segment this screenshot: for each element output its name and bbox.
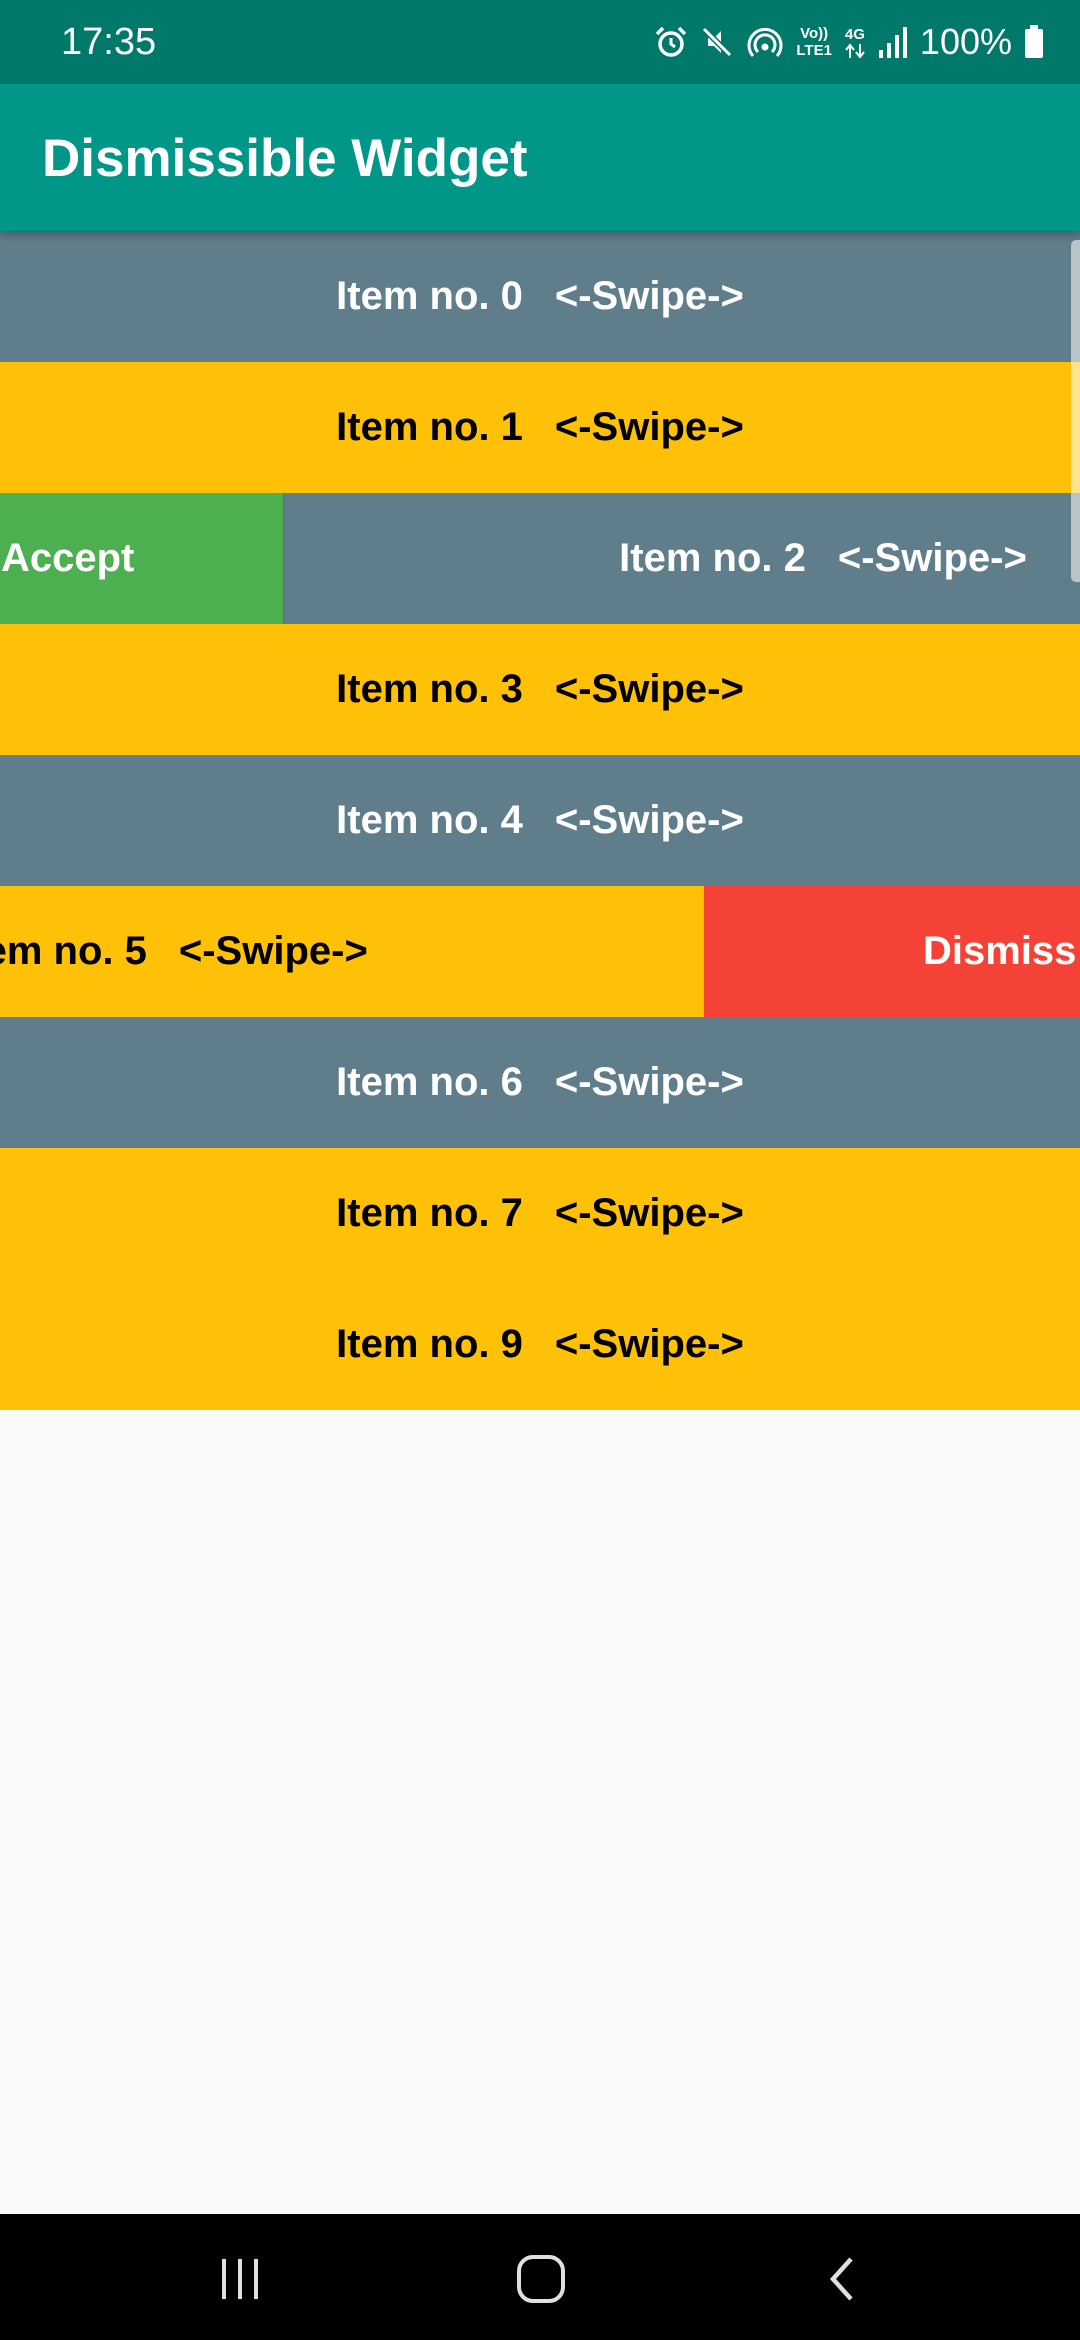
dismiss-background: Dismiss (704, 886, 1080, 1017)
item-content: Item no. 7 <-Swipe-> (0, 1148, 1080, 1279)
signal-icon (878, 26, 908, 58)
list-item[interactable]: Item no. 1 <-Swipe-> (0, 362, 1080, 494)
battery-icon (1024, 25, 1044, 59)
item-label: Item no. 5 (0, 929, 147, 973)
item-label: Item no. 6 (336, 1060, 523, 1104)
swipe-hint: <-Swipe-> (554, 1060, 744, 1104)
alarm-icon (654, 25, 688, 59)
swipe-hint: <-Swipe-> (554, 1191, 744, 1235)
swipe-hint: <-Swipe-> (554, 405, 744, 449)
swipe-hint: <-Swipe-> (554, 274, 744, 318)
item-content: Item no. 4 <-Swipe-> (0, 755, 1080, 886)
item-label: Item no. 3 (336, 667, 523, 711)
back-icon[interactable] (808, 2244, 878, 2314)
list-item[interactable]: Item no. 6 <-Swipe-> (0, 1017, 1080, 1148)
accept-label: Accept (1, 536, 135, 580)
recents-icon[interactable] (205, 2244, 275, 2314)
list-item-swiping[interactable]: Dismiss Item no. 5 <-Swipe-> (0, 886, 1080, 1017)
list-item[interactable]: Item no. 7 <-Swipe-> (0, 1148, 1080, 1279)
list-item[interactable]: Item no. 0 <-Swipe-> (0, 231, 1080, 362)
list-item[interactable]: Item no. 4 <-Swipe-> (0, 755, 1080, 886)
item-label: Item no. 7 (336, 1191, 523, 1235)
status-time: 17:35 (61, 21, 157, 63)
list-item[interactable]: Item no. 3 <-Swipe-> (0, 624, 1080, 755)
item-label: Item no. 4 (336, 798, 523, 842)
dismissible-list[interactable]: Item no. 0 <-Swipe-> Item no. 1 <-Swipe-… (0, 231, 1080, 1411)
swipe-hint: <-Swipe-> (554, 798, 744, 842)
item-label: Item no. 0 (336, 274, 523, 318)
dismiss-label: Dismiss (923, 929, 1077, 973)
hotspot-icon (746, 25, 784, 59)
volte-icon: Vo)) LTE1 (796, 25, 832, 59)
page-title: Dismissible Widget (42, 129, 528, 188)
list-item[interactable]: Item no. 9 <-Swipe-> (0, 1279, 1080, 1410)
app-bar: Dismissible Widget (0, 84, 1080, 231)
item-content: Item no. 5 <-Swipe-> (0, 886, 704, 1017)
item-content: Item no. 6 <-Swipe-> (0, 1017, 1080, 1148)
mute-icon (700, 25, 734, 59)
swipe-hint: <-Swipe-> (178, 929, 368, 973)
status-icons: Vo)) LTE1 4G 100% (654, 16, 1044, 68)
status-bar: 17:35 Vo)) LTE1 4G 100% (0, 0, 1080, 84)
swipe-hint: <-Swipe-> (837, 536, 1027, 580)
item-label: Item no. 9 (336, 1322, 523, 1366)
item-content: Item no. 9 <-Swipe-> (0, 1279, 1080, 1410)
item-content: Item no. 1 <-Swipe-> (0, 362, 1080, 493)
navigation-bar (0, 2214, 1080, 2340)
accept-background: Accept (0, 493, 283, 624)
item-label: Item no. 2 (619, 536, 806, 580)
item-content: Item no. 0 <-Swipe-> (0, 231, 1080, 362)
item-content: Item no. 2 <-Swipe-> (283, 493, 1080, 624)
list-item-swiping[interactable]: Accept Item no. 2 <-Swipe-> (0, 493, 1080, 624)
battery-percent: 100% (919, 21, 1012, 62)
item-label: Item no. 1 (336, 405, 523, 449)
scrollbar-thumb[interactable] (1071, 240, 1080, 582)
swipe-hint: <-Swipe-> (554, 1322, 744, 1366)
4g-icon: 4G (844, 26, 866, 59)
swipe-hint: <-Swipe-> (554, 667, 744, 711)
home-icon[interactable] (506, 2244, 576, 2314)
item-content: Item no. 3 <-Swipe-> (0, 624, 1080, 755)
